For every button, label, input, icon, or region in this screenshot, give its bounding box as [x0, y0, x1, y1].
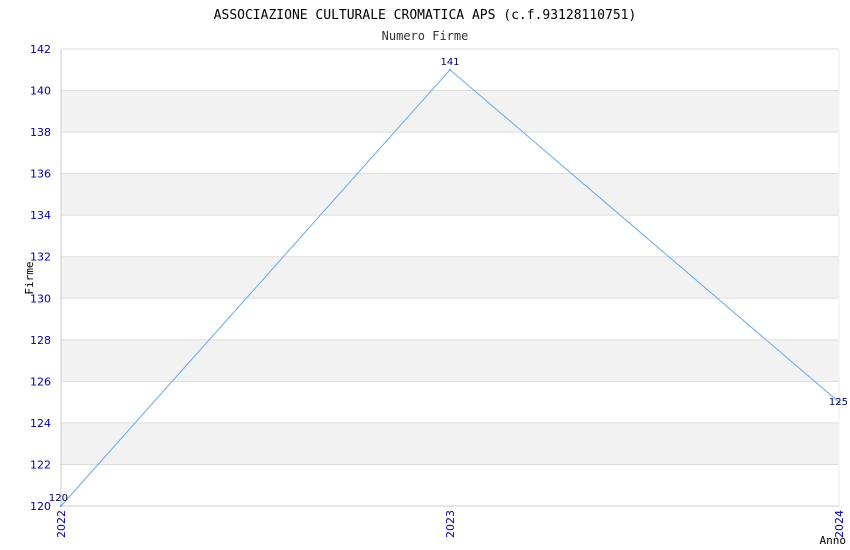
plot-band: [61, 90, 839, 133]
plot-bands: [61, 90, 839, 465]
y-tick-label: 138: [30, 126, 51, 139]
y-tick-label: 124: [30, 417, 51, 430]
plot-band: [61, 173, 839, 216]
data-point: [59, 504, 63, 508]
data-label: 141: [440, 57, 459, 68]
x-tick-label: 2023: [444, 510, 457, 538]
y-tick-label: 140: [30, 85, 51, 98]
x-tick-label: 2022: [55, 510, 68, 538]
y-tick-label: 136: [30, 168, 51, 181]
y-tick-label: 128: [30, 334, 51, 347]
y-tick-label: 126: [30, 375, 51, 388]
line-chart: 120122124126128130132134136138140142 202…: [23, 8, 848, 547]
y-tick-label: 142: [30, 43, 51, 56]
data-label: 125: [829, 397, 848, 408]
y-tick-label: 134: [30, 209, 51, 222]
plot-band: [61, 256, 839, 299]
x-axis-ticks: 2022 2023 2024: [55, 510, 846, 538]
y-tick-label: 120: [30, 500, 51, 513]
x-axis-label: Anno: [820, 534, 847, 547]
chart-subtitle: Numero Firme: [382, 29, 469, 43]
y-axis-label: Firme: [23, 261, 36, 294]
data-label: 120: [49, 493, 68, 504]
plot-band: [61, 422, 839, 465]
chart-title: ASSOCIAZIONE CULTURALE CROMATICA APS (c.…: [214, 8, 637, 23]
y-tick-label: 122: [30, 458, 51, 471]
data-point: [448, 68, 452, 71]
